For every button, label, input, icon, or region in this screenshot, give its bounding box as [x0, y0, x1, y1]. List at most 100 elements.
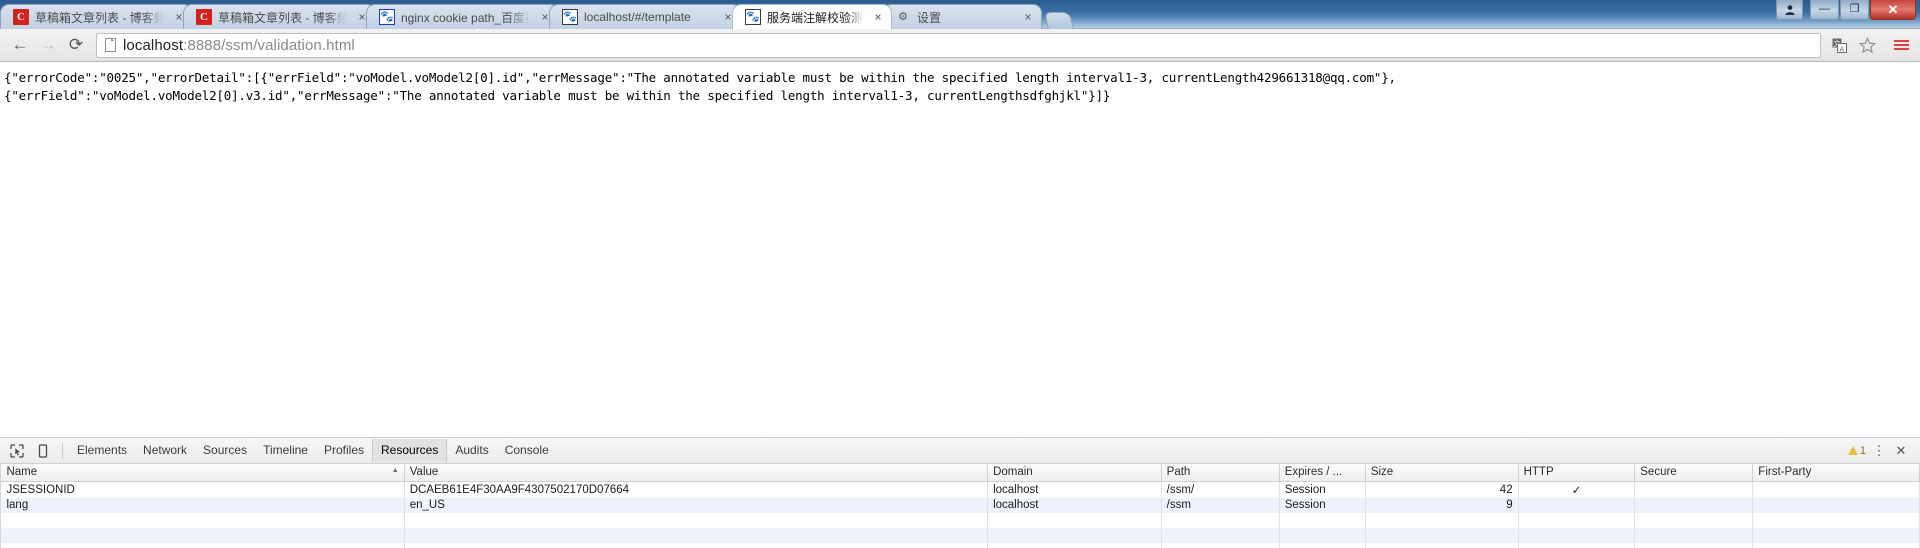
devtools-tab-timeline[interactable]: Timeline [255, 439, 316, 462]
table-row[interactable]: JSESSIONID DCAEB61E4F30AA9F4307502170D076… [1, 481, 1920, 498]
browser-tab-5[interactable]: ⚙ 设置 × [882, 4, 1042, 29]
window-controls: — ❐ ✕ [1775, 0, 1916, 23]
menu-line [1893, 40, 1909, 42]
url-text: localhost:8888/ssm/validation.html [123, 37, 355, 54]
forward-button[interactable]: → [34, 31, 62, 59]
title-bar: C 草稿箱文章列表 - 博客频道 × C 草稿箱文章列表 - 博客频道 × 🐾 nginx c… [0, 0, 1920, 29]
devtools-tab-elements[interactable]: Elements [69, 439, 135, 462]
cookie-path: /ssm/ [1161, 481, 1280, 498]
reload-button[interactable]: ⟳ [62, 31, 90, 59]
devtools-toolbar: Elements Network Sources Timeline Profiles Re… [0, 438, 1920, 464]
column-header-http[interactable]: HTTP [1518, 464, 1636, 482]
devtools-tab-audits[interactable]: Audits [447, 439, 496, 462]
column-header-name[interactable]: Name [1, 464, 405, 482]
cookie-name: JSESSIONID [1, 481, 405, 498]
baidu-icon: 🐾 [379, 9, 395, 25]
warning-count: 1 [1859, 444, 1866, 457]
empty-cell [1634, 512, 1754, 528]
warning-badge[interactable]: 1 [1847, 444, 1866, 457]
empty-cell [1518, 512, 1636, 528]
devtools-settings-icon[interactable]: ⋮ [1870, 443, 1888, 459]
back-button[interactable]: ← [6, 31, 34, 59]
empty-cell [1161, 527, 1280, 543]
column-header-domain[interactable]: Domain [987, 464, 1162, 482]
cookie-expires: Session [1279, 497, 1366, 513]
browser-tab-3[interactable]: 🐾 localhost/#/template × [549, 4, 742, 29]
empty-cell [1279, 542, 1366, 548]
cookies-table-body: JSESSIONID DCAEB61E4F30AA9F4307502170D076… [1, 481, 1920, 548]
devtools-tab-console[interactable]: Console [497, 439, 557, 462]
empty-cell [1752, 542, 1920, 548]
new-tab-button[interactable] [1044, 12, 1074, 29]
cookies-table: NameValueDomainPathExpires / ...SizeHTTP… [1, 464, 1920, 548]
tab-close-button[interactable]: × [1019, 10, 1037, 24]
table-row-empty [1, 527, 1920, 543]
cookies-table-container: NameValueDomainPathExpires / ...SizeHTTP… [1, 464, 1920, 548]
empty-cell [1161, 512, 1280, 528]
tab-title: localhost/#/template [584, 10, 691, 24]
toolbar-divider [62, 442, 63, 459]
empty-cell [1365, 542, 1519, 548]
browser-tab-0[interactable]: C 草稿箱文章列表 - 博客频道 × [0, 4, 193, 29]
cookie-size: 42 [1365, 481, 1519, 498]
column-header-path[interactable]: Path [1161, 464, 1280, 482]
close-window-button[interactable]: ✕ [1870, 0, 1916, 20]
cookie-domain: localhost [987, 481, 1162, 498]
table-row[interactable]: lang en_US localhost/ssm Session 9 [1, 497, 1920, 513]
column-header-value[interactable]: Value [404, 464, 989, 482]
cookie-name: lang [1, 497, 405, 513]
devtools-close-icon[interactable]: ✕ [1892, 443, 1910, 459]
column-header-size[interactable]: Size [1365, 464, 1519, 482]
chrome-menu-button[interactable] [1888, 32, 1914, 58]
page-content: {"errorCode":"0025","errorDetail":[{"err… [0, 63, 1920, 437]
address-bar[interactable]: localhost:8888/ssm/validation.html [96, 32, 1821, 58]
menu-line [1893, 48, 1909, 50]
svg-text:A: A [1839, 46, 1844, 53]
empty-cell [1365, 527, 1519, 543]
column-header-first-party[interactable]: First-Party [1752, 464, 1920, 482]
empty-cell [1365, 512, 1519, 528]
browser-tab-1[interactable]: C 草稿箱文章列表 - 博客频道 × [183, 4, 376, 29]
cookie-domain: localhost [987, 497, 1162, 513]
empty-cell [1518, 527, 1636, 543]
csdn-icon: C [196, 9, 212, 25]
browser-tab-4[interactable]: 🐾 服务端注解校验测试页面 × [732, 4, 892, 29]
gear-icon: ⚙ [898, 10, 908, 23]
empty-cell [987, 512, 1162, 528]
menu-line [1893, 44, 1909, 46]
devtools-tab-resources[interactable]: Resources [372, 439, 448, 462]
maximize-button[interactable]: ❐ [1840, 0, 1869, 20]
devtools-tab-profiles[interactable]: Profiles [316, 439, 372, 462]
devtools-tab-network[interactable]: Network [135, 439, 195, 462]
translate-icon[interactable]: 文 A [1826, 32, 1852, 58]
cookies-table-header: NameValueDomainPathExpires / ...SizeHTTP… [1, 464, 1920, 482]
empty-cell [1, 512, 405, 528]
page-document-icon [103, 37, 117, 53]
devtools-tab-sources[interactable]: Sources [195, 439, 255, 462]
column-header-expires[interactable]: Expires / ... [1279, 464, 1366, 482]
cookie-secure [1634, 497, 1754, 513]
cookie-http [1518, 497, 1636, 513]
tab-close-button[interactable]: × [869, 10, 887, 24]
cookie-expires: Session [1279, 481, 1366, 498]
inspect-element-icon[interactable] [4, 439, 30, 463]
tomcat-icon: 🐾 [745, 9, 761, 25]
bookmark-star-icon[interactable] [1854, 32, 1880, 58]
browser-tab-2[interactable]: 🐾 nginx cookie path_百度搜索 × [366, 4, 559, 29]
empty-cell [1279, 512, 1366, 528]
toolbar-right-icons: 文 A [1826, 32, 1914, 58]
cookie-value: en_US [404, 497, 989, 513]
tab-title: 设置 [917, 10, 942, 25]
device-toolbar-icon[interactable] [30, 439, 56, 463]
tab-title: nginx cookie path_百度搜索 [401, 10, 530, 25]
column-header-secure[interactable]: Secure [1634, 464, 1754, 482]
empty-cell [1634, 527, 1754, 543]
empty-cell [1279, 527, 1366, 543]
tab-title: 草稿箱文章列表 - 博客频道 [35, 10, 164, 25]
cookie-size: 9 [1365, 497, 1519, 513]
devtools-body: ▶Frames▶Web SQL▶IndexedDB▶Local Storage … [0, 464, 1920, 548]
user-avatar-button[interactable] [1776, 0, 1803, 20]
warning-triangle-icon [1847, 446, 1858, 455]
minimize-button[interactable]: — [1810, 0, 1839, 20]
empty-cell [404, 512, 989, 528]
